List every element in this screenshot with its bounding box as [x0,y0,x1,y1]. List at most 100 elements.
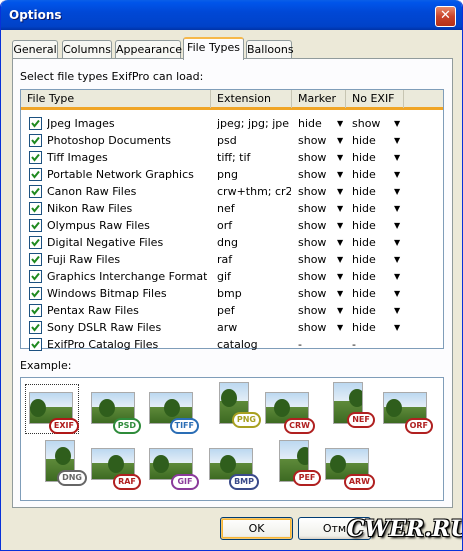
no-exif-dropdown-icon[interactable]: ▼ [394,132,400,149]
marker-dropdown-icon[interactable]: ▼ [337,132,343,149]
no-exif-dropdown-icon[interactable]: ▼ [394,285,400,302]
no-exif-dropdown-icon[interactable]: ▼ [394,234,400,251]
tab-balloons[interactable]: Balloons [246,40,294,59]
no-exif-dropdown-icon[interactable]: ▼ [394,149,400,166]
no-exif-value[interactable]: hide [352,200,388,217]
marker-dropdown-icon[interactable]: ▼ [337,149,343,166]
tab-columns[interactable]: Columns [62,40,112,59]
no-exif-dropdown-icon[interactable]: ▼ [394,217,400,234]
enable-checkbox[interactable] [29,185,42,198]
no-exif-dropdown-icon[interactable]: ▼ [394,115,400,132]
table-row[interactable]: Olympus Raw Files orf show hide ▼ ▼ [21,217,443,234]
enable-checkbox[interactable] [29,202,42,215]
enable-checkbox[interactable] [29,219,42,232]
enable-checkbox[interactable] [29,338,42,351]
marker-value[interactable]: show [298,268,334,285]
close-button[interactable]: ✕ [435,6,456,27]
tab-general[interactable]: General [12,40,58,59]
marker-value[interactable]: show [298,319,334,336]
table-row[interactable]: Digital Negative Files dng show hide ▼ ▼ [21,234,443,251]
no-exif-value[interactable]: hide [352,132,388,149]
no-exif-dropdown-icon[interactable]: ▼ [394,268,400,285]
enable-checkbox[interactable] [29,134,42,147]
no-exif-value[interactable]: hide [352,251,388,268]
column-header-extension[interactable]: Extension [211,90,292,108]
no-exif-value[interactable]: hide [352,166,388,183]
no-exif-value[interactable]: hide [352,285,388,302]
marker-dropdown-icon[interactable]: ▼ [337,217,343,234]
example-thumbnail[interactable]: EXIF [25,384,79,434]
enable-checkbox[interactable] [29,168,42,181]
marker-value[interactable]: show [298,302,334,319]
column-header-file-type[interactable]: File Type [21,90,211,108]
no-exif-value[interactable]: hide [352,183,388,200]
marker-dropdown-icon[interactable]: ▼ [337,251,343,268]
example-thumbnail[interactable]: PNG [211,382,261,428]
title-bar[interactable]: Options ✕ [1,0,462,30]
no-exif-value[interactable]: hide [352,234,388,251]
file-types-list[interactable]: File Type Extension Marker No EXIF Jpeg … [20,89,444,351]
marker-dropdown-icon[interactable]: ▼ [337,166,343,183]
example-thumbnail[interactable]: RAF [91,444,141,490]
no-exif-dropdown-icon[interactable]: ▼ [394,302,400,319]
no-exif-value[interactable]: - [352,336,388,353]
example-thumbnail[interactable]: BMP [209,444,259,490]
column-header-no-exif[interactable]: No EXIF [346,90,404,108]
no-exif-value[interactable]: hide [352,217,388,234]
marker-dropdown-icon[interactable]: ▼ [337,285,343,302]
example-thumbnail[interactable]: ARW [325,444,375,490]
example-thumbnail[interactable]: GIF [149,444,199,490]
table-row[interactable]: Jpeg Images jpeg; jpg; jpe hide show ▼ ▼ [21,115,443,132]
enable-checkbox[interactable] [29,253,42,266]
marker-dropdown-icon[interactable]: ▼ [337,200,343,217]
enable-checkbox[interactable] [29,304,42,317]
marker-dropdown-icon[interactable]: ▼ [337,268,343,285]
no-exif-value[interactable]: hide [352,319,388,336]
table-row[interactable]: Photoshop Documents psd show hide ▼ ▼ [21,132,443,149]
enable-checkbox[interactable] [29,117,42,130]
table-row[interactable]: Pentax Raw Files pef show hide ▼ ▼ [21,302,443,319]
example-thumbnail[interactable]: NEF [325,382,375,428]
marker-value[interactable]: show [298,234,334,251]
marker-value[interactable]: show [298,149,334,166]
no-exif-value[interactable]: hide [352,302,388,319]
marker-value[interactable]: show [298,183,334,200]
marker-value[interactable]: show [298,166,334,183]
marker-value[interactable]: show [298,251,334,268]
marker-dropdown-icon[interactable]: ▼ [337,234,343,251]
example-thumbnail[interactable]: CRW [265,388,315,434]
column-header-marker[interactable]: Marker [292,90,346,108]
no-exif-dropdown-icon[interactable]: ▼ [394,251,400,268]
tab-appearance[interactable]: Appearance [115,40,182,59]
marker-value[interactable]: - [298,336,334,353]
table-row[interactable]: Portable Network Graphics png show hide ▼ ▼ [21,166,443,183]
no-exif-dropdown-icon[interactable]: ▼ [394,200,400,217]
no-exif-dropdown-icon[interactable]: ▼ [394,166,400,183]
enable-checkbox[interactable] [29,287,42,300]
table-row[interactable]: Nikon Raw Files nef show hide ▼ ▼ [21,200,443,217]
table-row[interactable]: Tiff Images tiff; tif show hide ▼ ▼ [21,149,443,166]
example-thumbnail[interactable]: PSD [91,388,141,434]
table-row[interactable]: Canon Raw Files crw+thm; cr2 show hide ▼ ▼ [21,183,443,200]
example-thumbnail[interactable]: PEF [271,440,321,486]
example-thumbnail[interactable]: ORF [383,388,433,434]
marker-value[interactable]: show [298,132,334,149]
marker-value[interactable]: hide [298,115,334,132]
no-exif-value[interactable]: hide [352,268,388,285]
table-row[interactable]: Windows Bitmap Files bmp show hide ▼ ▼ [21,285,443,302]
enable-checkbox[interactable] [29,151,42,164]
ok-button[interactable]: OK [220,517,293,540]
table-row[interactable]: ExifPro Catalog Files catalog - - [21,336,443,353]
enable-checkbox[interactable] [29,270,42,283]
table-row[interactable]: Fuji Raw Files raf show hide ▼ ▼ [21,251,443,268]
tab-file-types[interactable]: File Types [183,37,244,60]
no-exif-value[interactable]: show [352,115,388,132]
enable-checkbox[interactable] [29,321,42,334]
marker-dropdown-icon[interactable]: ▼ [337,319,343,336]
enable-checkbox[interactable] [29,236,42,249]
no-exif-dropdown-icon[interactable]: ▼ [394,183,400,200]
marker-value[interactable]: show [298,200,334,217]
no-exif-value[interactable]: hide [352,149,388,166]
example-thumbnail[interactable]: DNG [37,440,87,486]
marker-dropdown-icon[interactable]: ▼ [337,183,343,200]
